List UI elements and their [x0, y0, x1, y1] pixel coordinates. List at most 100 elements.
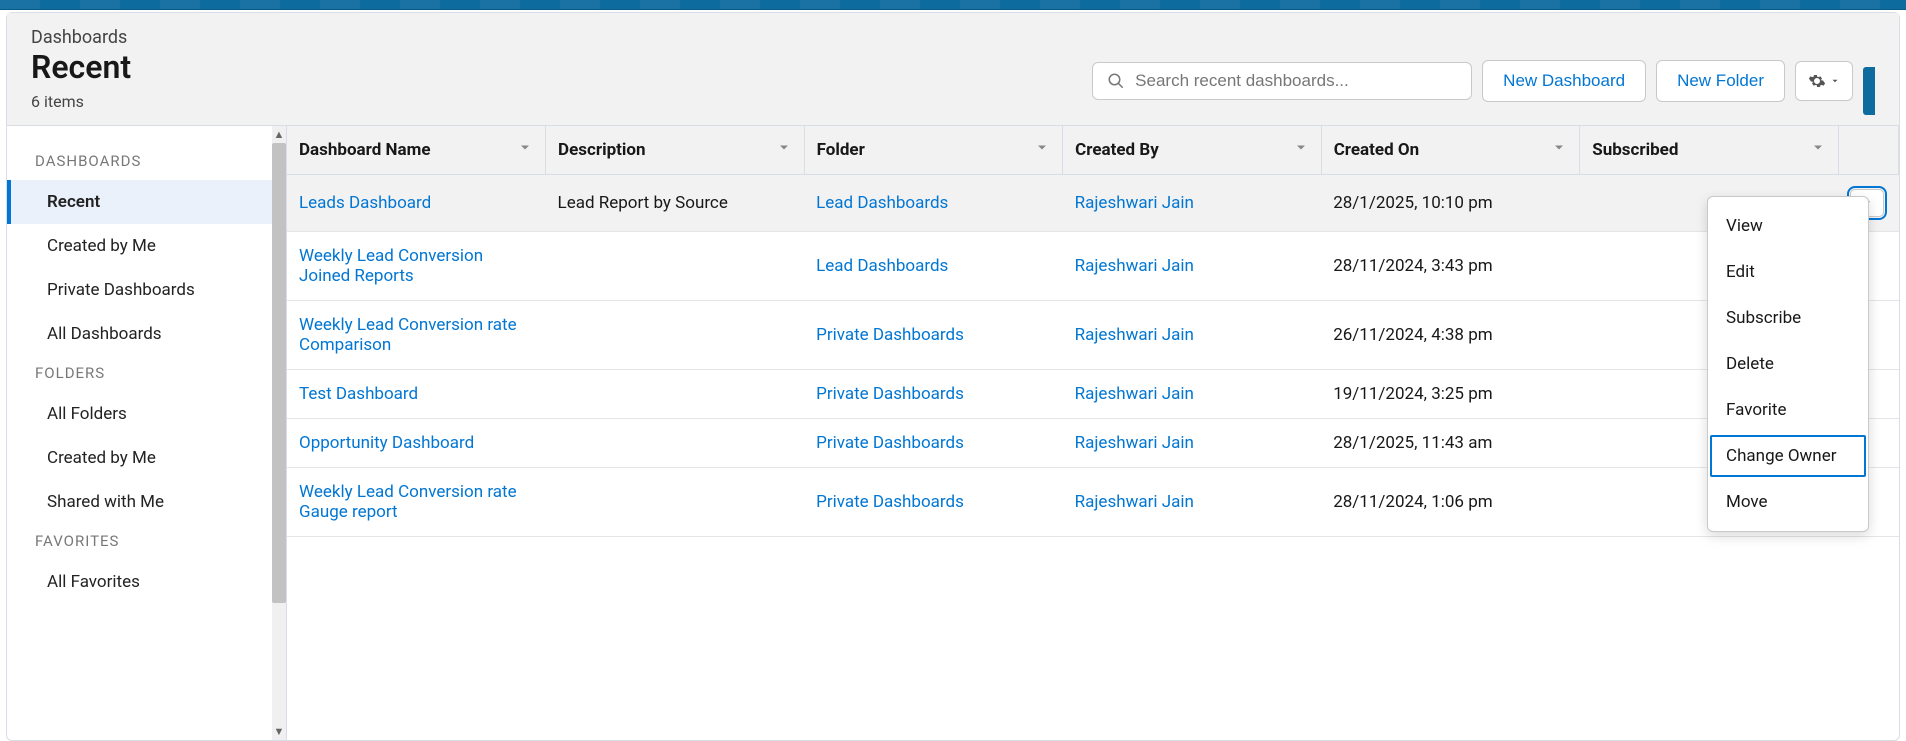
cell-created-by: Rajeshwari Jain	[1063, 468, 1322, 537]
table-row[interactable]: Weekly Lead Conversion rate Comparison Pr…	[287, 301, 1899, 370]
menu-item-delete[interactable]: Delete	[1708, 341, 1868, 387]
dashboard-name-link[interactable]: Leads Dashboard	[299, 193, 431, 213]
cell-name: Opportunity Dashboard	[287, 419, 546, 468]
sidebar-section-title: FOLDERS	[7, 356, 286, 392]
table-row[interactable]: Opportunity Dashboard Private Dashboards R…	[287, 419, 1899, 468]
cell-description	[546, 468, 805, 537]
folder-link[interactable]: Lead Dashboards	[816, 256, 948, 276]
side-panel-tab[interactable]	[1863, 67, 1875, 115]
menu-item-edit[interactable]: Edit	[1708, 249, 1868, 295]
search-input-wrapper[interactable]	[1092, 62, 1472, 100]
search-icon	[1107, 72, 1125, 90]
record-count: 6 items	[31, 92, 1092, 111]
page-title: Recent	[31, 48, 1092, 86]
folder-link[interactable]: Private Dashboards	[816, 325, 964, 345]
user-link[interactable]: Rajeshwari Jain	[1075, 492, 1194, 512]
menu-item-subscribe[interactable]: Subscribe	[1708, 295, 1868, 341]
cell-created-by: Rajeshwari Jain	[1063, 370, 1322, 419]
cell-created-on: 26/11/2024, 4:38 pm	[1321, 301, 1580, 370]
dashboard-name-link[interactable]: Weekly Lead Conversion rate Comparison	[299, 315, 517, 355]
folder-link[interactable]: Lead Dashboards	[816, 193, 948, 213]
column-header-subscribed[interactable]: Subscribed	[1580, 126, 1839, 175]
column-header-actions	[1838, 126, 1898, 175]
sidebar: DASHBOARDSRecentCreated by MePrivate Das…	[7, 126, 287, 740]
cell-created-by: Rajeshwari Jain	[1063, 175, 1322, 232]
cell-created-by: Rajeshwari Jain	[1063, 301, 1322, 370]
table-row[interactable]: Weekly Lead Conversion rate Gauge report…	[287, 468, 1899, 537]
cell-created-on: 28/1/2025, 10:10 pm	[1321, 175, 1580, 232]
dashboards-table: Dashboard NameDescriptionFolderCreated B…	[287, 126, 1899, 537]
cell-name: Weekly Lead Conversion rate Gauge report	[287, 468, 546, 537]
folder-link[interactable]: Private Dashboards	[816, 492, 964, 512]
cell-created-on: 19/11/2024, 3:25 pm	[1321, 370, 1580, 419]
user-link[interactable]: Rajeshwari Jain	[1075, 384, 1194, 404]
cell-description	[546, 301, 805, 370]
sidebar-item-recent[interactable]: Recent	[7, 180, 286, 224]
dashboard-name-link[interactable]: Test Dashboard	[299, 384, 418, 404]
dashboard-name-link[interactable]: Weekly Lead Conversion Joined Reports	[299, 246, 483, 286]
header-left: Dashboards Recent 6 items	[31, 27, 1092, 111]
row-context-menu: ViewEditSubscribeDeleteFavoriteChange Ow…	[1707, 196, 1869, 532]
cell-created-on: 28/1/2025, 11:43 am	[1321, 419, 1580, 468]
cell-folder: Private Dashboards	[804, 419, 1063, 468]
object-label: Dashboards	[31, 27, 1092, 48]
sidebar-item-created-by-me[interactable]: Created by Me	[7, 224, 286, 268]
column-header-description[interactable]: Description	[546, 126, 805, 175]
cell-folder: Private Dashboards	[804, 370, 1063, 419]
column-header-created-by[interactable]: Created By	[1063, 126, 1322, 175]
user-link[interactable]: Rajeshwari Jain	[1075, 193, 1194, 213]
cell-folder: Private Dashboards	[804, 301, 1063, 370]
header-controls: New Dashboard New Folder	[1092, 47, 1875, 115]
column-header-folder[interactable]: Folder	[804, 126, 1063, 175]
sidebar-section-title: FAVORITES	[7, 524, 286, 560]
table-row[interactable]: Leads Dashboard Lead Report by Source Lead…	[287, 175, 1899, 232]
cell-description	[546, 232, 805, 301]
sidebar-item-all-dashboards[interactable]: All Dashboards	[7, 312, 286, 356]
cell-name: Weekly Lead Conversion rate Comparison	[287, 301, 546, 370]
column-header-created-on[interactable]: Created On	[1321, 126, 1580, 175]
gear-icon	[1808, 72, 1826, 90]
app-top-bar	[0, 0, 1906, 10]
page-container: Dashboards Recent 6 items New Dashboard …	[6, 12, 1900, 741]
user-link[interactable]: Rajeshwari Jain	[1075, 325, 1194, 345]
cell-name: Leads Dashboard	[287, 175, 546, 232]
sidebar-item-created-by-me[interactable]: Created by Me	[7, 436, 286, 480]
menu-item-view[interactable]: View	[1708, 203, 1868, 249]
main-content: Dashboard NameDescriptionFolderCreated B…	[287, 126, 1899, 740]
cell-folder: Lead Dashboards	[804, 232, 1063, 301]
sidebar-scrollbar[interactable]: ▲▼	[272, 126, 286, 740]
folder-link[interactable]: Private Dashboards	[816, 433, 964, 453]
search-input[interactable]	[1135, 71, 1457, 91]
cell-created-on: 28/11/2024, 1:06 pm	[1321, 468, 1580, 537]
table-row[interactable]: Weekly Lead Conversion Joined Reports Lea…	[287, 232, 1899, 301]
cell-folder: Private Dashboards	[804, 468, 1063, 537]
new-dashboard-button[interactable]: New Dashboard	[1482, 60, 1646, 102]
table-body: Leads Dashboard Lead Report by Source Lead…	[287, 175, 1899, 537]
settings-menu-button[interactable]	[1795, 61, 1853, 101]
table-header-row: Dashboard NameDescriptionFolderCreated B…	[287, 126, 1899, 175]
dashboard-name-link[interactable]: Weekly Lead Conversion rate Gauge report	[299, 482, 517, 522]
cell-description	[546, 370, 805, 419]
cell-created-by: Rajeshwari Jain	[1063, 232, 1322, 301]
cell-created-by: Rajeshwari Jain	[1063, 419, 1322, 468]
page-body: DASHBOARDSRecentCreated by MePrivate Das…	[7, 126, 1899, 740]
chevron-down-icon	[1830, 76, 1840, 86]
cell-name: Test Dashboard	[287, 370, 546, 419]
user-link[interactable]: Rajeshwari Jain	[1075, 256, 1194, 276]
dashboard-name-link[interactable]: Opportunity Dashboard	[299, 433, 474, 453]
column-header-dashboard-name[interactable]: Dashboard Name	[287, 126, 546, 175]
new-folder-button[interactable]: New Folder	[1656, 60, 1785, 102]
menu-item-move[interactable]: Move	[1708, 479, 1868, 525]
menu-item-favorite[interactable]: Favorite	[1708, 387, 1868, 433]
user-link[interactable]: Rajeshwari Jain	[1075, 433, 1194, 453]
table-row[interactable]: Test Dashboard Private Dashboards Rajeshwa…	[287, 370, 1899, 419]
cell-description: Lead Report by Source	[546, 175, 805, 232]
sidebar-item-all-folders[interactable]: All Folders	[7, 392, 286, 436]
sidebar-item-shared-with-me[interactable]: Shared with Me	[7, 480, 286, 524]
menu-item-change-owner[interactable]: Change Owner	[1708, 433, 1868, 479]
sidebar-item-all-favorites[interactable]: All Favorites	[7, 560, 286, 604]
page-header: Dashboards Recent 6 items New Dashboard …	[7, 13, 1899, 126]
sidebar-item-private-dashboards[interactable]: Private Dashboards	[7, 268, 286, 312]
cell-created-on: 28/11/2024, 3:43 pm	[1321, 232, 1580, 301]
folder-link[interactable]: Private Dashboards	[816, 384, 964, 404]
